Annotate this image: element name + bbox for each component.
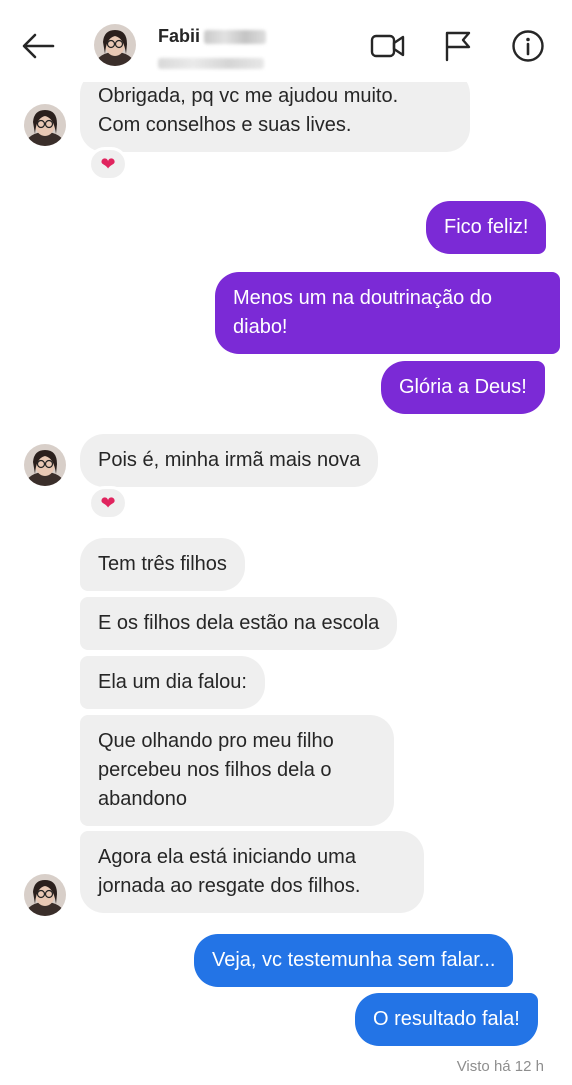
video-camera-icon [370,34,405,58]
message-bubble-incoming[interactable]: Ela um dia falou: [80,656,265,709]
heart-reaction[interactable]: ❤ [88,147,128,181]
report-button[interactable] [438,26,478,66]
message-bubble-outgoing[interactable]: Glória a Deus! [381,361,545,414]
chat-header: Fabii [0,0,572,82]
contact-avatar[interactable] [24,874,66,916]
flag-icon [445,31,471,62]
contact-avatar[interactable] [24,444,66,486]
heart-reaction[interactable]: ❤ [88,486,128,520]
message-bubble-incoming[interactable]: Tem três filhos [80,538,245,591]
message-bubble-outgoing[interactable]: Menos um na doutrinação do diabo! [215,272,560,354]
message-bubble-incoming[interactable]: E os filhos dela estão na escola [80,597,398,650]
seen-status: Visto há 12 h [456,1058,544,1075]
info-button[interactable] [508,26,548,66]
video-call-button[interactable] [368,26,408,66]
redacted-surname [204,29,267,44]
back-arrow-icon [22,33,55,59]
contact-avatar[interactable] [24,104,66,146]
message-bubble-incoming[interactable]: Que olhando pro meu filho percebeu nos f… [80,715,394,826]
redacted-username [158,56,264,74]
header-avatar[interactable] [94,24,136,66]
contact-name[interactable]: Fabii [158,26,267,47]
message-bubble-outgoing[interactable]: O resultado fala! [355,993,538,1046]
message-bubble-incoming[interactable]: Pois é, minha irmã mais nova [80,434,379,487]
back-button[interactable] [18,26,58,66]
message-bubble-incoming[interactable]: Obrigada, pq vc me ajudou muito. Com con… [80,70,470,152]
message-bubble-incoming[interactable]: Agora ela está iniciando uma jornada ao … [80,831,424,913]
info-icon [512,30,544,62]
message-bubble-outgoing[interactable]: Fico feliz! [426,201,547,254]
heart-icon: ❤ [100,492,116,513]
heart-icon: ❤ [100,153,116,174]
contact-name-text: Fabii [158,26,201,46]
message-bubble-outgoing[interactable]: Veja, vc testemunha sem falar... [194,934,514,987]
message-thread[interactable]: Obrigada, pq vc me ajudou muito. Com con… [0,0,572,1085]
